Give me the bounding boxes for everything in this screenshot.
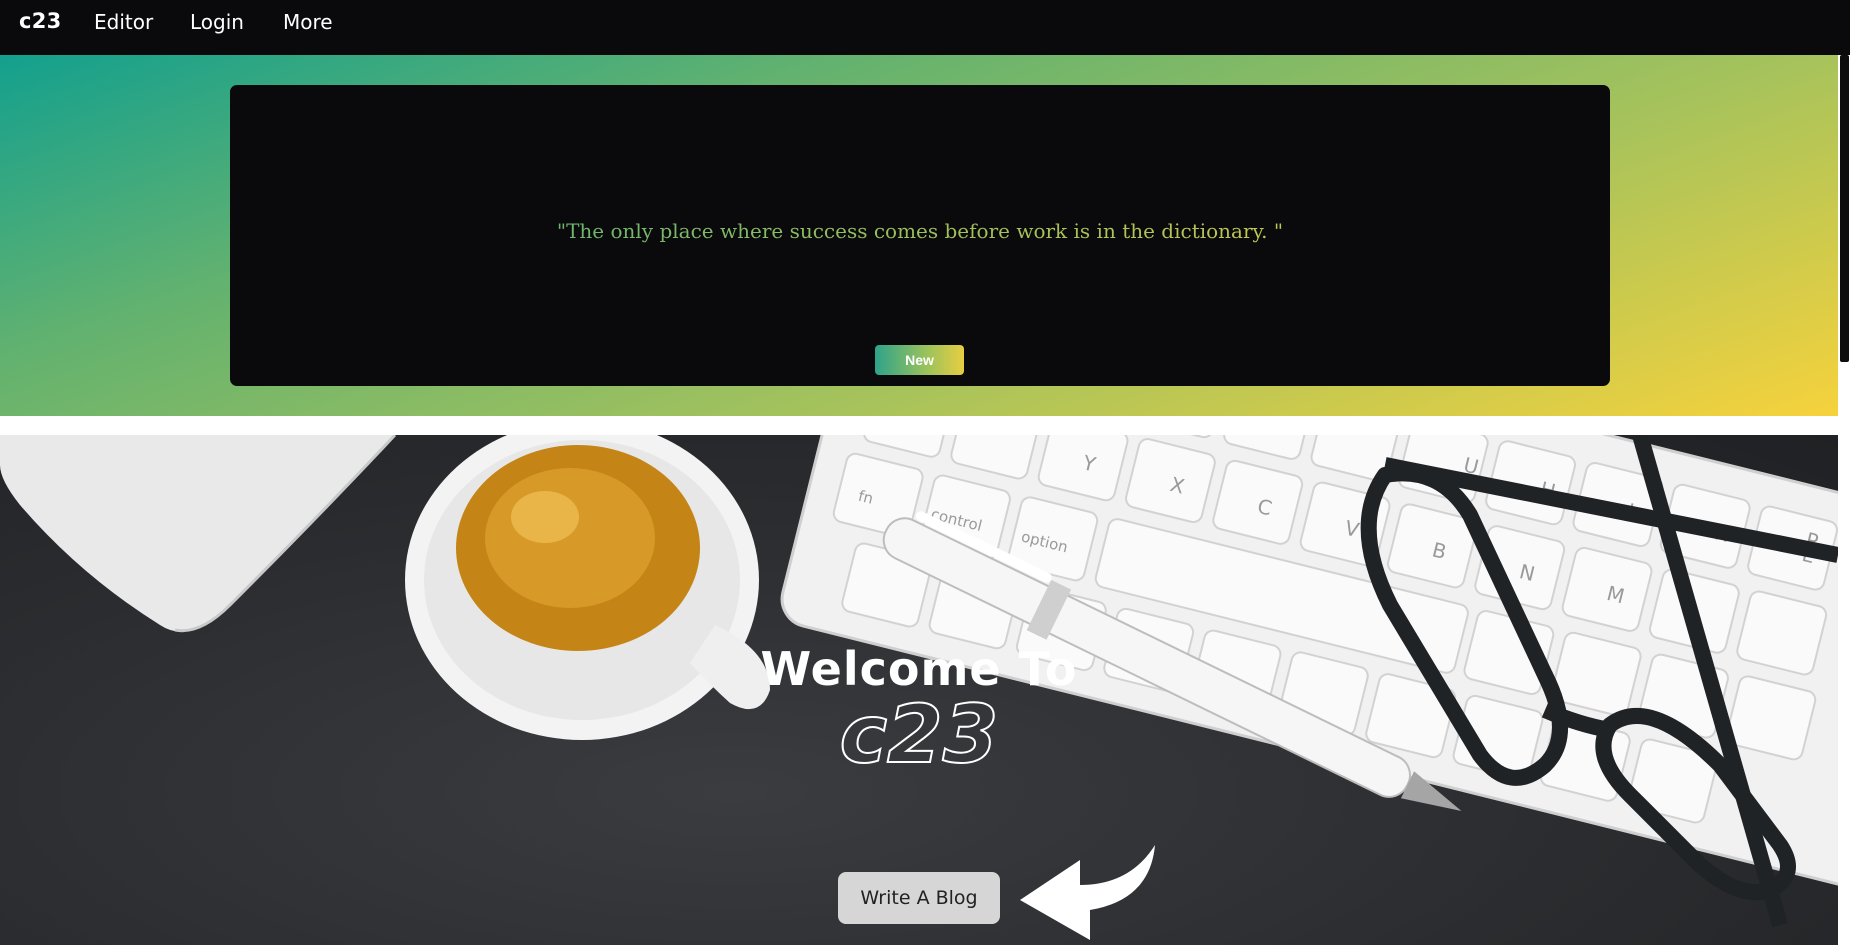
nav-link-editor[interactable]: Editor bbox=[94, 10, 153, 34]
quote-card: "The only place where success comes befo… bbox=[230, 85, 1610, 386]
new-quote-button[interactable]: New bbox=[875, 345, 964, 375]
hero-section: D F U Y X C V B N M H J K L P fn control… bbox=[0, 435, 1838, 945]
quote-section: "The only place where success comes befo… bbox=[0, 55, 1838, 416]
write-blog-button[interactable]: Write A Blog bbox=[838, 872, 1000, 924]
page-scrollbar-thumb[interactable] bbox=[1840, 55, 1849, 362]
curved-arrow-icon bbox=[1020, 845, 1155, 940]
hero-brand-title: c23 bbox=[839, 687, 1000, 782]
top-navbar: c23 Editor Login More bbox=[0, 0, 1850, 55]
quote-text: "The only place where success comes befo… bbox=[230, 219, 1610, 243]
brand-logo[interactable]: c23 bbox=[19, 9, 62, 33]
nav-link-login[interactable]: Login bbox=[190, 10, 244, 34]
nav-link-more[interactable]: More bbox=[283, 10, 333, 34]
